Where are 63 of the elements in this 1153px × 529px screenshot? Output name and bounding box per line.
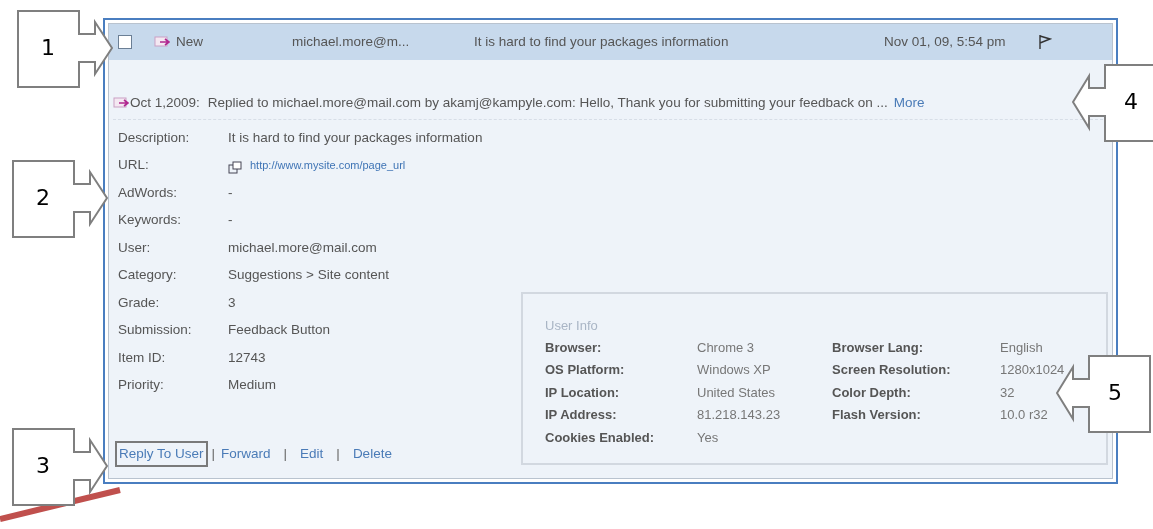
- user-info-title: User Info: [545, 317, 599, 335]
- info-label: Screen Resolution:: [832, 361, 952, 379]
- field-value: -: [228, 183, 233, 202]
- info-label: Color Depth:: [832, 383, 912, 402]
- info-value: 81.218.143.23: [697, 406, 782, 424]
- flag-icon[interactable]: [1037, 34, 1052, 50]
- reply-date: Oct 1,2009:: [130, 94, 200, 112]
- action-link[interactable]: Edit: [296, 440, 328, 467]
- info-label: OS Platform:: [545, 361, 626, 379]
- callout-number: 2: [36, 184, 50, 212]
- message-date: Nov 01, 09, 5:54 pm: [884, 32, 1006, 51]
- info-value: 1280x1024: [1000, 361, 1066, 379]
- info-value: Windows XP: [697, 361, 772, 379]
- envelope-icon: [113, 97, 129, 110]
- envelope-icon: [154, 36, 170, 48]
- info-value: 10.0 r32: [1000, 406, 1049, 424]
- callout-number: 4: [1124, 88, 1138, 116]
- info-label: Flash Version:: [832, 406, 922, 424]
- info-value: 32: [1000, 383, 1016, 402]
- reply-summary: Replied to michael.more@mail.com by akamj@kampyle.com: Hello, Thank you for submitting your feedback on ...: [207, 94, 888, 112]
- separator: |: [211, 444, 216, 463]
- field-value: Feedback Button: [228, 321, 331, 340]
- info-label: Browser Lang:: [832, 338, 924, 357]
- field-value: michael.more@mail.com: [228, 238, 377, 257]
- action-link[interactable]: Reply To User: [115, 440, 208, 467]
- url-link[interactable]: http://www.mysite.com/page_url: [250, 157, 406, 174]
- field-label: AdWords:: [118, 183, 179, 202]
- action-link[interactable]: Forward: [217, 440, 275, 467]
- info-label: Cookies Enabled:: [545, 428, 656, 447]
- field-label: URL:: [118, 156, 150, 175]
- message-subject: It is hard to find your packages information: [474, 32, 730, 51]
- info-value: United States: [697, 383, 777, 402]
- sender-email: michael.more@m...: [292, 32, 411, 51]
- field-label: Grade:: [118, 293, 161, 312]
- field-value: It is hard to find your packages information: [228, 128, 483, 147]
- field-value: 3: [228, 293, 236, 312]
- field-label: Category:: [118, 266, 178, 285]
- more-link[interactable]: More: [893, 93, 925, 114]
- callout-number: 5: [1108, 379, 1122, 407]
- info-label: IP Address:: [545, 406, 618, 424]
- action-link[interactable]: Delete: [348, 440, 396, 467]
- info-value: Yes: [697, 428, 720, 447]
- field-label: User:: [118, 238, 152, 257]
- field-value: -: [228, 211, 233, 230]
- info-label: IP Location:: [545, 383, 621, 402]
- status-label: New: [176, 32, 204, 51]
- info-value: English: [1000, 338, 1044, 357]
- field-value: Suggestions > Site content: [228, 266, 389, 285]
- field-label: Submission:: [118, 321, 193, 340]
- field-label: Priority:: [118, 376, 165, 395]
- separator: |: [336, 444, 340, 463]
- field-label: Item ID:: [118, 348, 167, 367]
- external-link-icon[interactable]: [228, 160, 242, 174]
- callout-number: 1: [41, 34, 55, 62]
- callout-number: 3: [36, 452, 50, 480]
- field-value: Medium: [228, 376, 276, 395]
- select-checkbox[interactable]: [118, 35, 132, 49]
- field-label: Description:: [118, 128, 191, 147]
- info-value: Chrome 3: [697, 338, 756, 357]
- info-label: Browser:: [545, 338, 603, 357]
- separator: |: [283, 444, 288, 463]
- field-label: Keywords:: [118, 211, 183, 230]
- field-value: 12743: [228, 348, 266, 367]
